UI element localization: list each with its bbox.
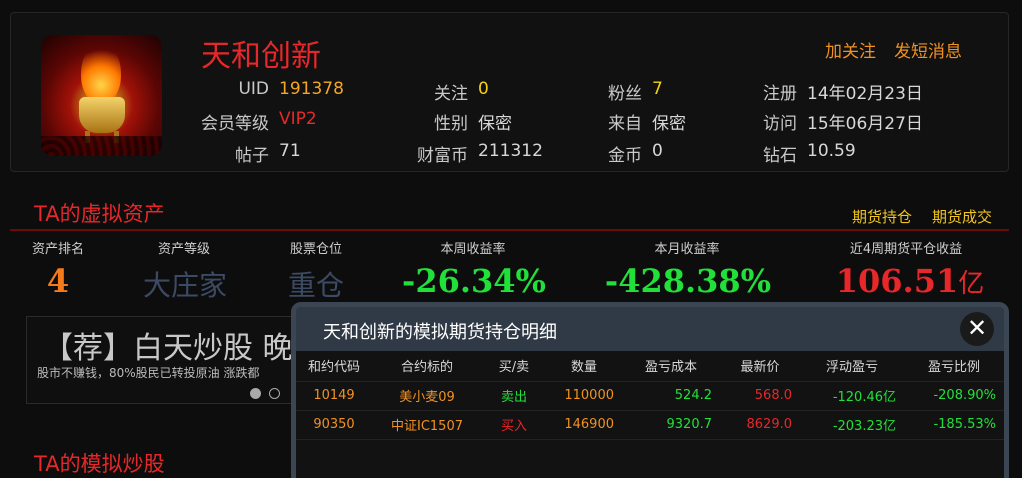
- assets-section-title: TA的虚拟资产: [34, 202, 165, 226]
- table-cell: 568.0: [720, 381, 800, 411]
- header-weekly: 本周收益率: [440, 242, 506, 257]
- futures-trades-link[interactable]: 期货成交: [932, 206, 992, 227]
- table-cell: -208.90%: [904, 381, 1004, 411]
- col-latest-price: 最新价: [720, 351, 800, 382]
- col-contract-code: 和约代码: [296, 351, 372, 382]
- weekly-return: -26.34%: [402, 262, 546, 300]
- avatar[interactable]: [41, 35, 162, 156]
- profile-card: 天和创新 加关注 发短消息 UID 191378 会员等级 VIP2 帖子 71 关注 0 性别…: [10, 12, 1009, 172]
- info-location-value: 保密: [652, 114, 686, 134]
- info-fans-value: 7: [652, 79, 663, 99]
- header-position: 股票仓位: [289, 242, 342, 257]
- table-row[interactable]: 90350 中证IC1507 买入 146900 9320.7 8629.0 -203.23…: [296, 410, 1004, 440]
- asset-level: 大庄家: [142, 269, 227, 302]
- banner-headline: 【荐】白天炒股 晚: [43, 331, 293, 366]
- info-posts-value: 71: [279, 141, 301, 161]
- info-location-label: 来自: [608, 114, 642, 134]
- futures-positions-modal: 天和创新的模拟期货持仓明细 ✕ 和约代码 合约标的 买/卖 数量 盈亏成本 最新…: [291, 302, 1009, 478]
- info-following-label: 关注: [434, 84, 468, 104]
- section-divider: [10, 229, 1009, 231]
- futures-profit-unit: 亿: [958, 269, 985, 299]
- follow-link[interactable]: 加关注: [825, 37, 876, 62]
- info-fans-label: 粉丝: [608, 84, 642, 104]
- profile-actions: 加关注 发短消息: [825, 37, 962, 62]
- col-cost: 盈亏成本: [622, 351, 720, 382]
- table-cell: 10149: [296, 381, 372, 411]
- info-registered-label: 注册: [763, 84, 797, 104]
- carousel-dots: [250, 388, 280, 399]
- flame-icon: [81, 43, 121, 103]
- banner-subline: 股市不赚钱，80%股民已转投原油 涨跌都: [37, 366, 260, 380]
- info-wealth-coins-label: 财富币: [417, 146, 468, 166]
- positions-table: 和约代码 合约标的 买/卖 数量 盈亏成本 最新价 浮动盈亏 盈亏比例 1014…: [296, 351, 1004, 440]
- info-member-level-label: 会员等级: [201, 114, 269, 134]
- info-uid-label: UID: [238, 79, 269, 99]
- header-level: 资产等级: [157, 242, 210, 257]
- info-posts-label: 帖子: [235, 146, 269, 166]
- close-icon[interactable]: ✕: [960, 312, 994, 346]
- futures-profit-value: 106.51: [835, 262, 959, 300]
- col-floating-pnl: 浮动盈亏: [800, 351, 904, 382]
- info-member-level-value: VIP2: [279, 109, 317, 129]
- futures-links: 期货持仓 期货成交: [852, 206, 992, 227]
- col-pnl-ratio: 盈亏比例: [904, 351, 1004, 382]
- info-gold-coins-label: 金币: [608, 146, 642, 166]
- modal-title: 天和创新的模拟期货持仓明细: [323, 322, 557, 343]
- table-cell: 90350: [296, 410, 372, 440]
- header-futures-profit: 近4周期货平仓收益: [849, 242, 963, 257]
- carousel-dot-2[interactable]: [269, 388, 280, 399]
- futures-profit: 106.51亿: [830, 262, 990, 300]
- monthly-return: -428.38%: [604, 262, 772, 300]
- info-gold-coins-value: 0: [652, 141, 663, 161]
- username: 天和创新: [201, 39, 321, 74]
- col-contract-target: 合约标的: [372, 351, 482, 382]
- table-cell: 买入: [482, 410, 546, 440]
- stock-position: 重仓: [287, 269, 344, 302]
- info-gender-value: 保密: [478, 114, 512, 134]
- avatar-ornament: [41, 136, 162, 156]
- table-cell: 中证IC1507: [372, 410, 482, 440]
- table-row[interactable]: 10149 美小麦09 卖出 110000 524.2 568.0 -120.46亿 -208…: [296, 381, 1004, 411]
- table-cell: -203.23亿: [800, 410, 904, 440]
- send-message-link[interactable]: 发短消息: [894, 37, 962, 62]
- header-rank: 资产排名: [31, 242, 84, 257]
- stock-section-title: TA的模拟炒股: [34, 452, 165, 476]
- table-cell: 9320.7: [622, 410, 720, 440]
- info-uid-value: 191378: [279, 79, 344, 99]
- info-registered-value: 14年02月23日: [807, 84, 923, 104]
- info-last-visit-label: 访问: [763, 114, 797, 134]
- table-cell: 146900: [546, 410, 622, 440]
- table-cell: 卖出: [482, 381, 546, 411]
- info-wealth-coins-value: 211312: [478, 141, 543, 161]
- modal-header: 天和创新的模拟期货持仓明细 ✕: [296, 307, 1004, 351]
- col-side: 买/卖: [482, 351, 546, 382]
- table-cell: 美小麦09: [372, 381, 482, 411]
- col-quantity: 数量: [546, 351, 622, 382]
- tripod-cauldron-icon: [79, 97, 125, 133]
- table-cell: -185.53%: [904, 410, 1004, 440]
- futures-positions-link[interactable]: 期货持仓: [852, 206, 912, 227]
- asset-rank: 4: [46, 262, 70, 300]
- table-cell: -120.46亿: [800, 381, 904, 411]
- info-diamonds-value: 10.59: [807, 141, 856, 161]
- table-cell: 524.2: [622, 381, 720, 411]
- table-cell: 110000: [546, 381, 622, 411]
- info-gender-label: 性别: [434, 114, 468, 134]
- info-following-value: 0: [478, 79, 489, 99]
- carousel-dot-1[interactable]: [250, 388, 261, 399]
- table-cell: 8629.0: [720, 410, 800, 440]
- header-monthly: 本月收益率: [654, 242, 720, 257]
- table-header-row: 和约代码 合约标的 买/卖 数量 盈亏成本 最新价 浮动盈亏 盈亏比例: [296, 351, 1004, 382]
- info-last-visit-value: 15年06月27日: [807, 114, 923, 134]
- info-diamonds-label: 钻石: [763, 146, 797, 166]
